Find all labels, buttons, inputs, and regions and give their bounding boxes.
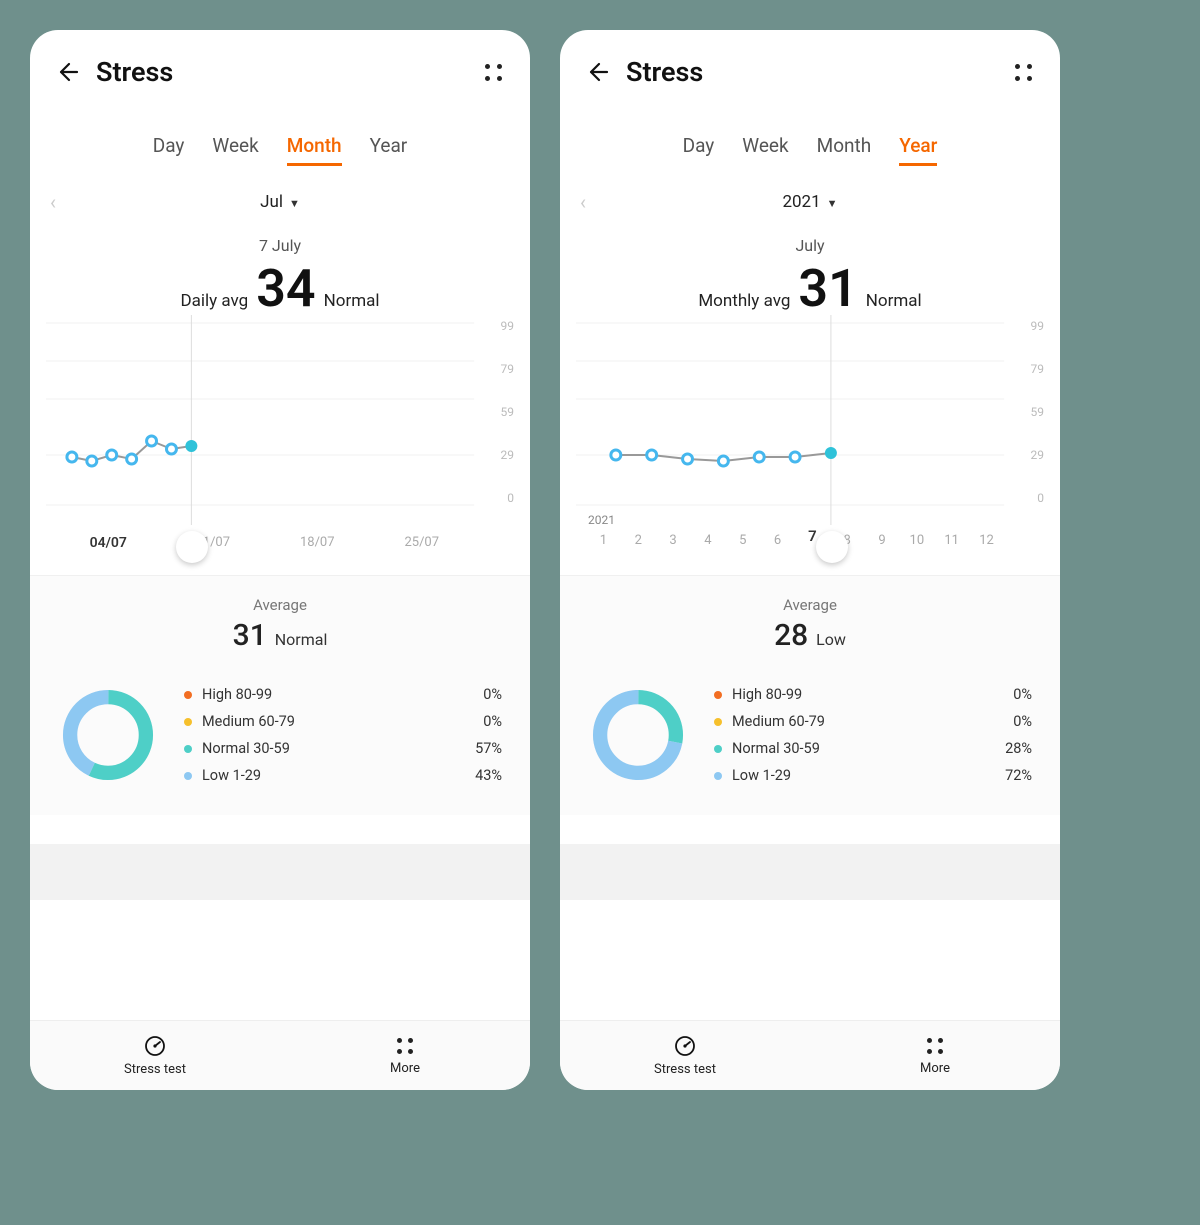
distribution-donut-icon [588,685,688,785]
legend-row-normal: Normal 30-59 57% [184,740,502,757]
legend-row-low: Low 1-29 43% [184,767,502,784]
legend-row-high: High 80-99 0% [714,686,1032,703]
selected-date: July [560,236,1060,255]
average-label: Average [30,596,530,614]
period-selector-row: ‹ Jul▼ [30,192,530,212]
legend-row-medium: Medium 60-79 0% [184,713,502,730]
metric-status: Normal [866,291,922,311]
average-status: Low [816,630,846,649]
legend-row-low: Low 1-29 72% [714,767,1032,784]
spacer [30,844,530,900]
legend-row-medium: Medium 60-79 0% [714,713,1032,730]
chevron-left-icon[interactable]: ‹ [580,190,586,214]
average-value: 31 [233,618,267,653]
screen-month: Stress Day Week Month Year ‹ Jul▼ 7 July… [30,30,530,1090]
menu-icon[interactable] [1010,59,1036,85]
menu-icon[interactable] [480,59,506,85]
more-icon [924,1035,946,1057]
distribution-donut-icon [58,685,158,785]
y-axis-labels: 99 79 59 29 0 [484,315,514,505]
more-button[interactable]: More [280,1021,530,1090]
period-selector[interactable]: Jul▼ [260,192,300,212]
metric-status: Normal [324,291,380,311]
page-title: Stress [626,56,1010,88]
selected-date: 7 July [30,236,530,255]
tab-week[interactable]: Week [742,134,788,166]
distribution-legend: High 80-99 0% Medium 60-79 0% Normal 30-… [184,686,502,784]
spacer [30,900,530,1020]
distribution-block: High 80-99 0% Medium 60-79 0% Normal 30-… [30,667,530,815]
screen-year: Stress Day Week Month Year ‹ 2021▼ July … [560,30,1060,1090]
stress-line-chart[interactable]: 99 79 59 29 0 2021 1 2 3 4 5 6 7 8 9 10 … [576,315,1044,575]
dot-icon [184,691,192,699]
legend-row-normal: Normal 30-59 28% [714,740,1032,757]
tab-year[interactable]: Year [899,134,937,166]
average-block: Average 28 Low [560,575,1060,667]
more-button[interactable]: More [810,1021,1060,1090]
average-block: Average 31 Normal [30,575,530,667]
dot-icon [184,772,192,780]
spacer [560,900,1060,1020]
x-axis-labels: 04/07 11/07 18/07 25/07 [56,535,474,551]
spacer [560,844,1060,900]
tab-month[interactable]: Month [817,134,872,166]
back-arrow-icon[interactable] [584,59,610,85]
stress-test-button[interactable]: Stress test [560,1021,810,1090]
distribution-legend: High 80-99 0% Medium 60-79 0% Normal 30-… [714,686,1032,784]
metric-value: 34 [256,263,315,315]
range-tabs: Day Week Month Year [30,134,530,166]
dot-icon [714,745,722,753]
headline-metric: Monthly avg 31 Normal [560,263,1060,315]
dot-icon [714,691,722,699]
tab-day[interactable]: Day [683,134,715,166]
tab-day[interactable]: Day [153,134,185,166]
tab-month[interactable]: Month [287,134,342,166]
x-axis-labels: 2021 1 2 3 4 5 6 7 8 9 10 11 12 [586,519,1004,551]
header: Stress [30,30,530,102]
metric-label: Daily avg [180,291,248,311]
bottom-bar: Stress test More [30,1020,530,1090]
gauge-icon [143,1034,167,1058]
stress-line-chart[interactable]: 99 79 59 29 0 04/07 11/07 18/07 25/07 [46,315,514,575]
average-status: Normal [275,630,328,649]
stress-test-button[interactable]: Stress test [30,1021,280,1090]
tab-year[interactable]: Year [370,134,408,166]
dot-icon [184,745,192,753]
bottom-bar: Stress test More [560,1020,1060,1090]
back-arrow-icon[interactable] [54,59,80,85]
chart-slider-thumb[interactable] [176,531,208,563]
legend-row-high: High 80-99 0% [184,686,502,703]
gauge-icon [673,1034,697,1058]
average-value: 28 [774,618,808,653]
chevron-left-icon[interactable]: ‹ [50,190,56,214]
more-icon [394,1035,416,1057]
distribution-block: High 80-99 0% Medium 60-79 0% Normal 30-… [560,667,1060,815]
chart-slider-thumb[interactable] [816,531,848,563]
average-label: Average [560,596,1060,614]
header: Stress [560,30,1060,102]
period-selector-row: ‹ 2021▼ [560,192,1060,212]
range-tabs: Day Week Month Year [560,134,1060,166]
period-selector[interactable]: 2021▼ [782,192,837,212]
metric-value: 31 [798,263,857,315]
page-title: Stress [96,56,480,88]
tab-week[interactable]: Week [212,134,258,166]
dot-icon [184,718,192,726]
metric-label: Monthly avg [698,291,790,311]
dot-icon [714,718,722,726]
headline-metric: Daily avg 34 Normal [30,263,530,315]
dot-icon [714,772,722,780]
y-axis-labels: 99 79 59 29 0 [1014,315,1044,505]
